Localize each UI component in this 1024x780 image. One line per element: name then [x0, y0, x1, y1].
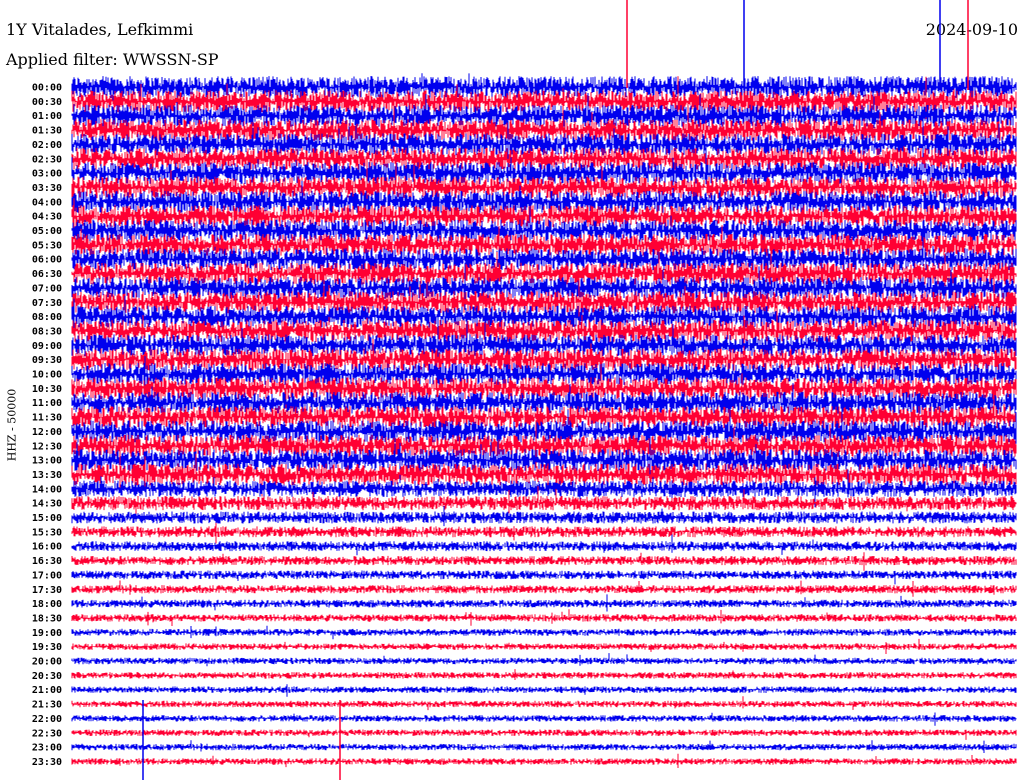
time-tick-label: 07:00 — [32, 283, 62, 294]
time-tick-label: 10:30 — [32, 384, 62, 395]
time-tick-label: 00:30 — [32, 97, 62, 108]
time-tick-label: 22:30 — [32, 728, 62, 739]
time-tick-label: 10:00 — [32, 370, 62, 381]
seismic-trace-row — [71, 534, 1017, 556]
time-tick-label: 08:00 — [32, 312, 62, 323]
time-tick-label: 14:00 — [32, 484, 62, 495]
time-tick-label: 20:00 — [32, 657, 62, 668]
seismic-trace-row — [71, 740, 1017, 753]
time-tick-label: 16:30 — [32, 556, 62, 567]
time-tick-label: 08:30 — [32, 326, 62, 337]
time-tick-label: 11:00 — [32, 398, 62, 409]
seismic-trace-row — [71, 696, 1017, 711]
seismic-trace-row — [71, 753, 1017, 768]
time-tick-label: 18:30 — [32, 613, 62, 624]
time-tick-label: 23:00 — [32, 743, 62, 754]
time-tick-label: 09:30 — [32, 355, 62, 366]
seismic-trace-row — [71, 638, 1017, 654]
time-tick-label: 14:30 — [32, 499, 62, 510]
seismic-trace-row — [71, 552, 1017, 571]
time-tick-label: 23:30 — [32, 757, 62, 768]
seismic-trace-row — [71, 522, 1017, 544]
seismic-trace-row — [71, 580, 1017, 597]
time-tick-label: 13:00 — [32, 456, 62, 467]
time-tick-label: 15:30 — [32, 527, 62, 538]
seismic-trace-row — [71, 712, 1017, 726]
seismic-trace-row — [71, 609, 1017, 626]
time-tick-label: 01:00 — [32, 111, 62, 122]
seismic-trace-row — [71, 729, 1017, 740]
time-tick-label: 04:30 — [32, 212, 62, 223]
time-tick-label: 18:00 — [32, 599, 62, 610]
time-tick-label: 00:00 — [32, 83, 62, 94]
time-tick-label: 21:00 — [32, 685, 62, 696]
time-tick-label: 07:30 — [32, 298, 62, 309]
seismic-trace-row — [71, 669, 1017, 680]
time-tick-label: 02:30 — [32, 154, 62, 165]
helicorder-plot: 00:00 00:30 01:00 01:30 02:00 02:30 03:00 03:30… — [32, 0, 1017, 780]
time-tick-label: 22:00 — [32, 714, 62, 725]
seismic-trace-row — [71, 594, 1017, 612]
time-tick-label: 19:00 — [32, 628, 62, 639]
time-tick-label: 17:30 — [32, 585, 62, 596]
seismic-trace-row — [71, 684, 1017, 697]
time-tick-label: 06:00 — [32, 255, 62, 266]
time-tick-label: 13:30 — [32, 470, 62, 481]
time-tick-label: 03:00 — [32, 169, 62, 180]
time-tick-label: 02:00 — [32, 140, 62, 151]
time-tick-label: 11:30 — [32, 413, 62, 424]
time-tick-label: 16:00 — [32, 542, 62, 553]
time-tick-label: 20:30 — [32, 671, 62, 682]
time-tick-label: 19:30 — [32, 642, 62, 653]
time-tick-label: 17:00 — [32, 570, 62, 581]
time-tick-label: 05:00 — [32, 226, 62, 237]
time-tick-label: 09:00 — [32, 341, 62, 352]
time-tick-label: 15:00 — [32, 513, 62, 524]
time-tick-label: 03:30 — [32, 183, 62, 194]
time-tick-label: 04:00 — [32, 197, 62, 208]
seismic-trace-row — [71, 625, 1017, 640]
time-tick-label: 06:30 — [32, 269, 62, 280]
seismic-trace-row — [71, 570, 1017, 585]
time-tick-label: 05:30 — [32, 240, 62, 251]
time-tick-label: 12:30 — [32, 441, 62, 452]
time-tick-label: 12:00 — [32, 427, 62, 438]
time-tick-label: 01:30 — [32, 126, 62, 137]
time-tick-label: 21:30 — [32, 700, 62, 711]
seismic-trace-row — [71, 653, 1017, 667]
